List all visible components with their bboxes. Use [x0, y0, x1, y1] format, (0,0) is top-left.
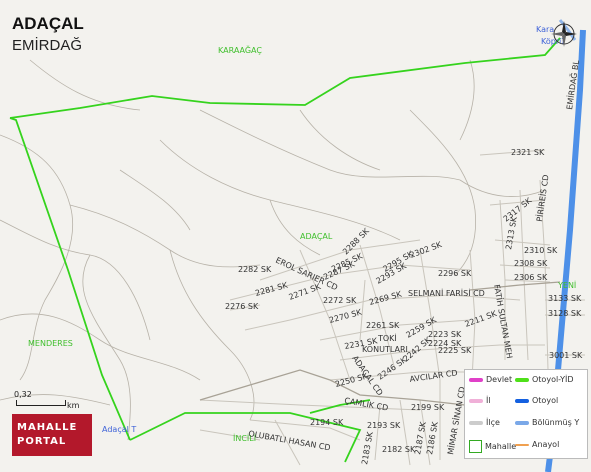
legend-label: Otoyol-YİD [532, 375, 574, 384]
place-karaagac: KARAAĞAÇ [218, 44, 262, 55]
legend-label: Mahalle [485, 442, 517, 451]
map-legend: Devlet Otoyol-YİD İl Otoyol İlçe Bölünmü… [464, 369, 588, 459]
legend-swatch [469, 440, 482, 453]
legend-swatch [515, 420, 529, 425]
scale-bar [16, 400, 66, 406]
legend-label: Anayol [532, 440, 560, 449]
legend-swatch [469, 398, 483, 403]
street-label: SELMANİ FARİSİ CD [408, 288, 485, 298]
mahalle-portal-logo[interactable]: MAHALLE PORTAL [12, 414, 92, 456]
street-label: 2276 SK [225, 302, 259, 311]
legend-label: Devlet [486, 375, 513, 384]
legend-label: Otoyol [532, 396, 559, 405]
scale-unit: km [67, 401, 80, 410]
street-label: 2306 SK [514, 273, 548, 282]
street-label: 3133 SK [548, 294, 582, 303]
street-label: 2296 SK [438, 269, 472, 278]
street-label: TOKİ [377, 333, 397, 343]
street-label: 2182 SK [382, 445, 416, 454]
legend-item: Mahalle [469, 440, 516, 453]
place-yeni: YENİ [557, 280, 576, 290]
place-menderes: MENDERES [28, 339, 73, 348]
street-label: 2194 SK [310, 418, 344, 427]
legend-swatch [515, 377, 529, 382]
place-adacal-t: Adaçal T [102, 425, 136, 434]
legend-item: Devlet [469, 375, 512, 384]
legend-item: Anayol [515, 440, 559, 449]
compass-icon [551, 21, 577, 47]
street-label: 2261 SK [366, 321, 400, 330]
legend-item: Otoyol [515, 396, 558, 405]
street-label: 2321 SK [511, 148, 545, 157]
legend-label: Bölünmüş Y [532, 418, 580, 427]
page-subtitle: EMİRDAĞ [12, 37, 83, 54]
street-label: 2310 SK [524, 246, 558, 255]
street-label: KONUTLARI [362, 345, 408, 354]
legend-item: İl [469, 396, 491, 405]
street-label: 2223 SK [428, 330, 462, 339]
legend-swatch [515, 398, 529, 403]
legend-item: Otoyol-YİD [515, 375, 574, 384]
street-label: 2282 SK [238, 265, 272, 274]
legend-item: Bölünmüş Y [515, 418, 579, 427]
logo-line1: MAHALLE [17, 422, 78, 433]
legend-label: İl [486, 396, 491, 405]
place-adacal: ADAÇAL [300, 232, 333, 241]
street-label: 2272 SK [323, 296, 357, 305]
street-label: 2199 SK [411, 403, 445, 412]
street-label: 2193 SK [367, 421, 401, 430]
page-title: ADAÇAL [12, 14, 84, 33]
legend-swatch [469, 420, 483, 425]
legend-swatch [515, 443, 529, 446]
logo-line2: PORTAL [17, 436, 67, 447]
legend-swatch [469, 377, 483, 382]
scale-value: 0,32 [14, 390, 32, 399]
street-label: 3128 SK [548, 309, 582, 318]
street-label: 2225 SK [438, 346, 472, 355]
legend-item: İlçe [469, 418, 500, 427]
legend-label: İlçe [486, 418, 500, 427]
street-label: 3001 SK [549, 351, 583, 360]
street-label: 2308 SK [514, 259, 548, 268]
